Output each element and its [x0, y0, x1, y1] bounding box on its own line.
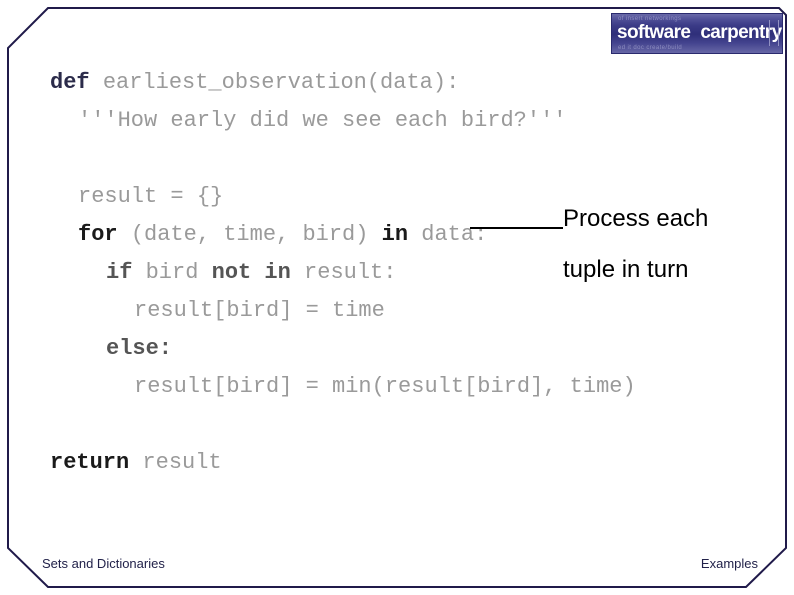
annotation-pointer-line	[470, 227, 563, 229]
code-token: result[bird] = time	[134, 298, 385, 323]
footer-section-title: Sets and Dictionaries	[42, 556, 165, 571]
code-line: result[bird] = time	[0, 292, 794, 330]
code-line: '''How early did we see each bird?'''	[0, 102, 794, 140]
code-token: earliest_observation(data):	[102, 70, 460, 95]
code-token: in	[381, 222, 422, 247]
code-token: result:	[304, 260, 397, 285]
code-token: if	[106, 260, 146, 285]
code-token: not in	[211, 260, 305, 285]
code-token: result = {}	[78, 184, 224, 209]
code-line: else:	[0, 330, 794, 368]
annotation-line-2: tuple in turn	[563, 256, 689, 283]
slide: of insert networkings software carpentry…	[0, 0, 794, 595]
software-carpentry-logo: of insert networkings software carpentry…	[611, 13, 783, 54]
logo-tick-mark	[769, 20, 779, 46]
code-token: bird	[145, 260, 212, 285]
code-token: '''How early did we see each bird?'''	[78, 108, 567, 133]
code-token: for	[78, 222, 131, 247]
annotation-callout: Process each tuple in turn	[563, 193, 787, 295]
code-token: data:	[421, 222, 488, 247]
annotation-line-1: Process each	[563, 205, 709, 232]
code-token: result[bird] = min(result[bird], time)	[134, 374, 636, 399]
code-token: result	[142, 450, 222, 475]
code-token: else:	[106, 336, 173, 361]
code-token: return	[50, 450, 143, 475]
logo-wordmark: software carpentry	[617, 22, 782, 43]
code-line: result[bird] = min(result[bird], time)	[0, 368, 794, 406]
logo-faint-text-bottom: ed it doc create/build	[618, 45, 683, 51]
code-token: (date, time, bird)	[130, 222, 382, 247]
code-line: def earliest_observation(data):	[0, 64, 794, 102]
logo-word-software: software	[617, 22, 691, 43]
code-line: return result	[0, 444, 794, 482]
code-token: def	[50, 70, 103, 95]
footer-topic-label: Examples	[700, 556, 758, 571]
